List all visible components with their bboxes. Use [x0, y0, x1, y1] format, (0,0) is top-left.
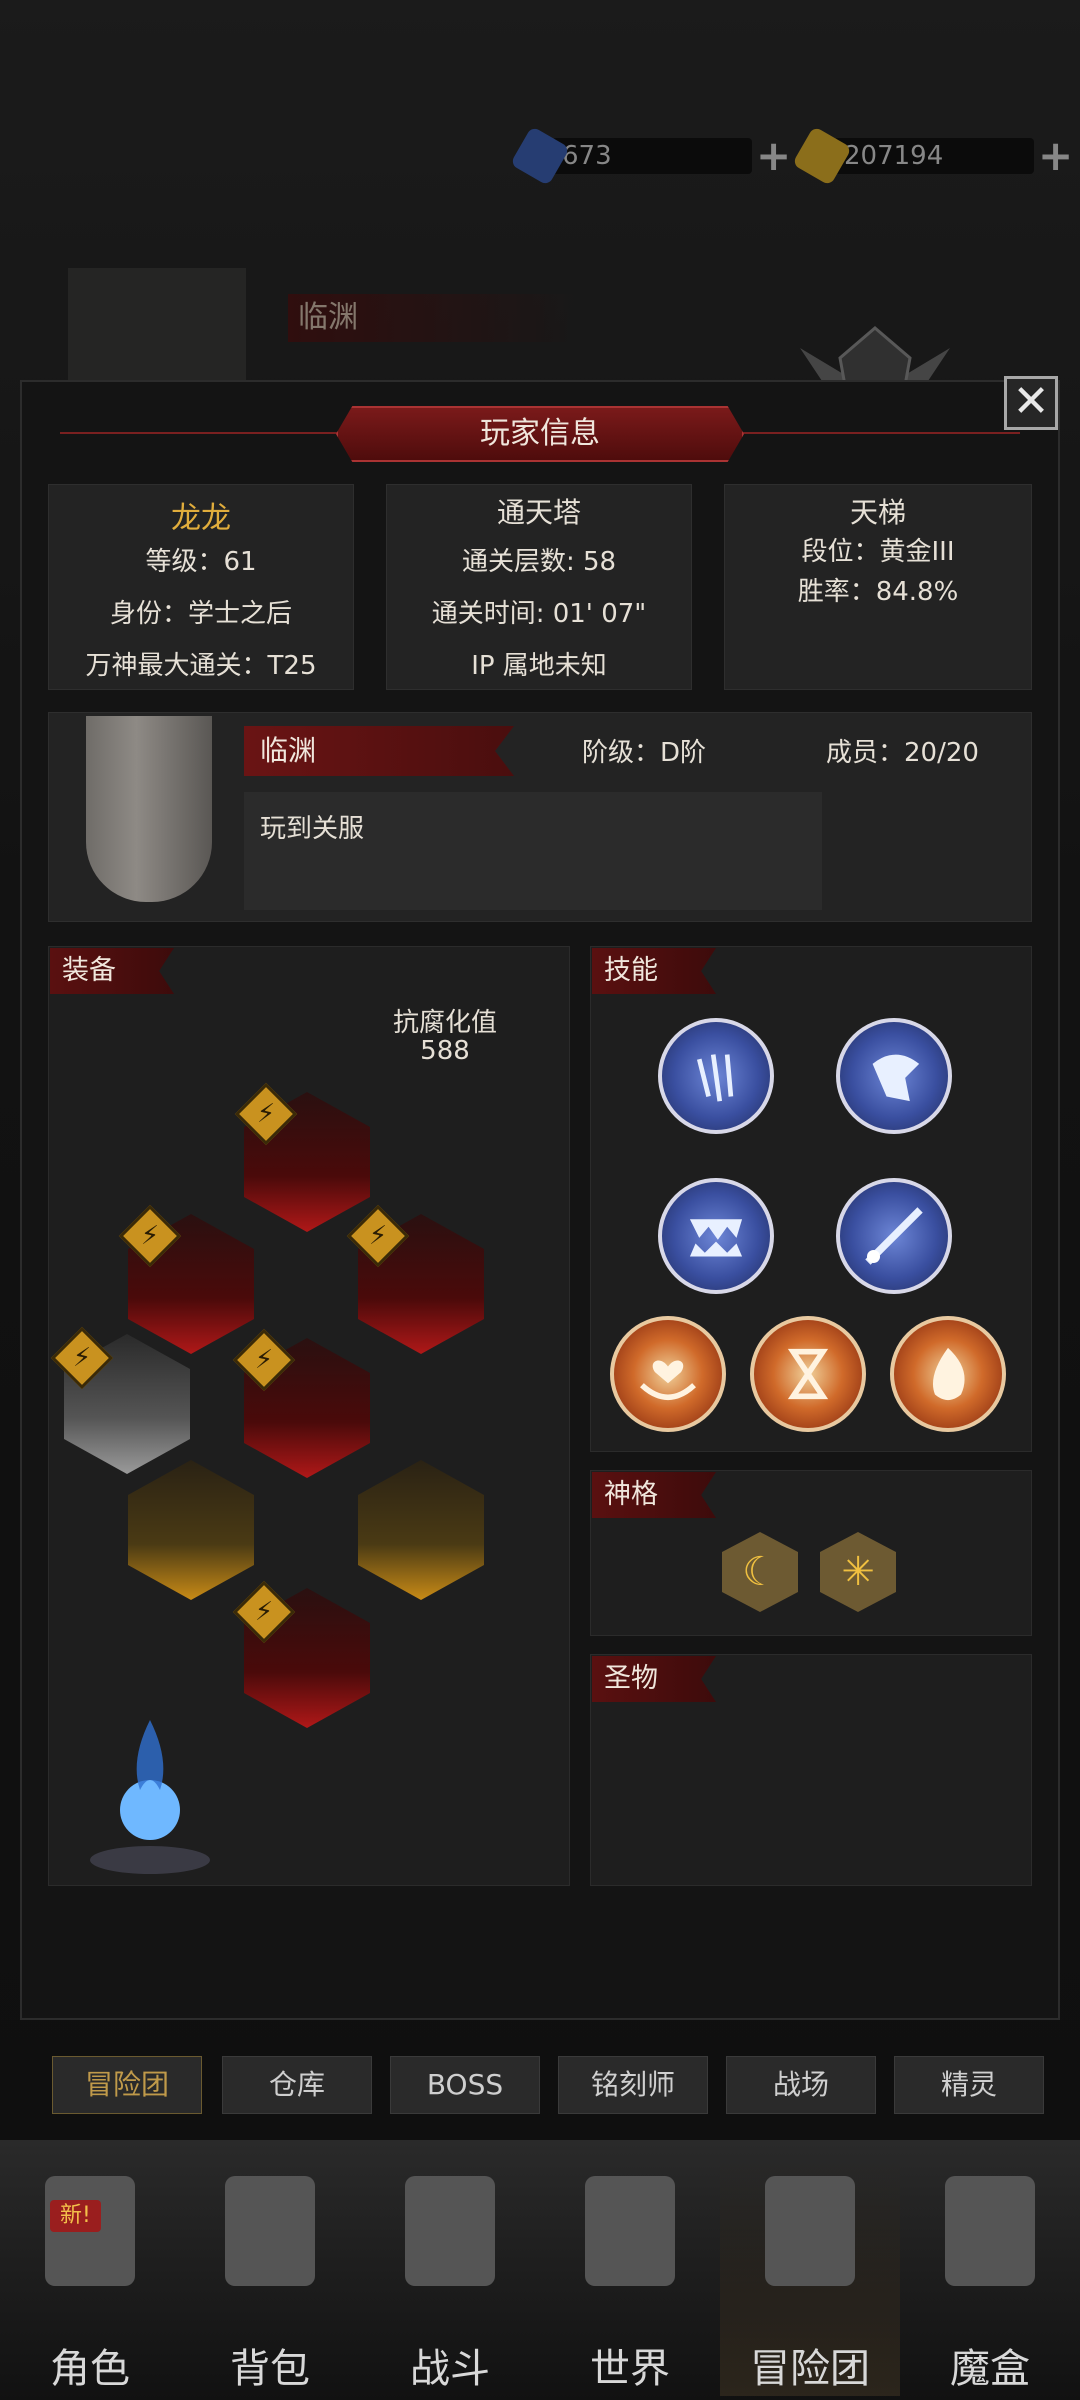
new-badge: 新! [50, 2200, 101, 2232]
moon-glyph: ☾ [742, 1549, 778, 1595]
skill-hourglass-icon[interactable] [750, 1316, 866, 1432]
skill-flame-icon[interactable] [890, 1316, 1006, 1432]
guild-banner-icon [86, 716, 212, 902]
player-level: 等级：61 [145, 547, 257, 577]
subtab-spirit[interactable]: 精灵 [894, 2056, 1044, 2114]
skill-claw-icon[interactable] [658, 1018, 774, 1134]
subtab-battlefield[interactable]: 战场 [726, 2056, 876, 2114]
pantheon-clear: 万神最大通关：T25 [85, 651, 317, 681]
skill-fangs-icon[interactable] [658, 1178, 774, 1294]
tower-title: 通天塔 [496, 496, 581, 529]
ladder-card: 天梯 段位：黄金III 胜率：84.8% [724, 484, 1032, 690]
nav-world[interactable]: 世界 [540, 2156, 720, 2396]
ip-location: IP 属地未知 [471, 651, 607, 681]
dialog-title: 玩家信息 [336, 406, 744, 462]
corruption-value: 588 [420, 1036, 470, 1066]
player-identity: 身份：学士之后 [109, 599, 292, 629]
corruption-label: 抗腐化值 [392, 1008, 497, 1038]
guild-members: 成员：20/20 [826, 738, 979, 768]
nav-label: 冒险团 [750, 2346, 870, 2392]
guild-motto: 玩到关服 [244, 792, 822, 910]
ladder-title: 天梯 [849, 496, 906, 529]
subtab-engraver[interactable]: 铭刻师 [558, 2056, 708, 2114]
equipment-tag: 装备 [50, 948, 174, 994]
guild-tier: 阶级：D阶 [582, 738, 707, 768]
profile-card: 龙龙 等级：61 身份：学士之后 万神最大通关：T25 [48, 484, 354, 690]
nav-character[interactable]: 角色 [0, 2156, 180, 2396]
soul-flame-icon [90, 1720, 210, 1874]
nav-adventure-group[interactable]: 冒险团 [720, 2156, 900, 2396]
nav-battle[interactable]: 战斗 [360, 2156, 540, 2396]
player-name: 龙龙 [171, 501, 231, 536]
tower-floors: 通关层数: 58 [461, 547, 617, 577]
subtab-boss[interactable]: BOSS [390, 2056, 540, 2114]
title-divider-right [730, 432, 1020, 434]
title-divider-left [60, 432, 350, 434]
ladder-winrate: 胜率：84.8% [797, 577, 959, 607]
ladder-rank: 段位：黄金III [801, 537, 955, 567]
nav-label: 战斗 [410, 2346, 490, 2392]
map-scroll-icon [585, 2176, 675, 2286]
close-button[interactable]: ✕ [1004, 376, 1058, 430]
castle-icon [765, 2176, 855, 2286]
skill-beast-icon[interactable] [836, 1018, 952, 1134]
nav-backpack[interactable]: 背包 [180, 2156, 360, 2396]
nav-label: 世界 [590, 2346, 670, 2392]
skill-heart-hands-icon[interactable] [610, 1316, 726, 1432]
nav-label: 背包 [230, 2346, 310, 2392]
guild-name: 临渊 [244, 726, 514, 776]
nav-magic-box[interactable]: 魔盒 [900, 2156, 1080, 2396]
sword-shield-icon [405, 2176, 495, 2286]
cube-icon [945, 2176, 1035, 2286]
subtab-adventure-group[interactable]: 冒险团 [52, 2056, 202, 2114]
relics-tag: 圣物 [592, 1656, 716, 1702]
nav-label: 角色 [50, 2346, 130, 2392]
tower-time: 通关时间: 01' 07" [431, 599, 647, 629]
star-glyph: ✳ [841, 1549, 875, 1595]
backpack-icon [225, 2176, 315, 2286]
divinity-tag: 神格 [592, 1472, 716, 1518]
subtab-warehouse[interactable]: 仓库 [222, 2056, 372, 2114]
nav-label: 魔盒 [950, 2346, 1030, 2392]
skill-beam-icon[interactable] [836, 1178, 952, 1294]
tower-card: 通天塔 通关层数: 58 通关时间: 01' 07" IP 属地未知 [386, 484, 692, 690]
skills-tag: 技能 [592, 948, 716, 994]
